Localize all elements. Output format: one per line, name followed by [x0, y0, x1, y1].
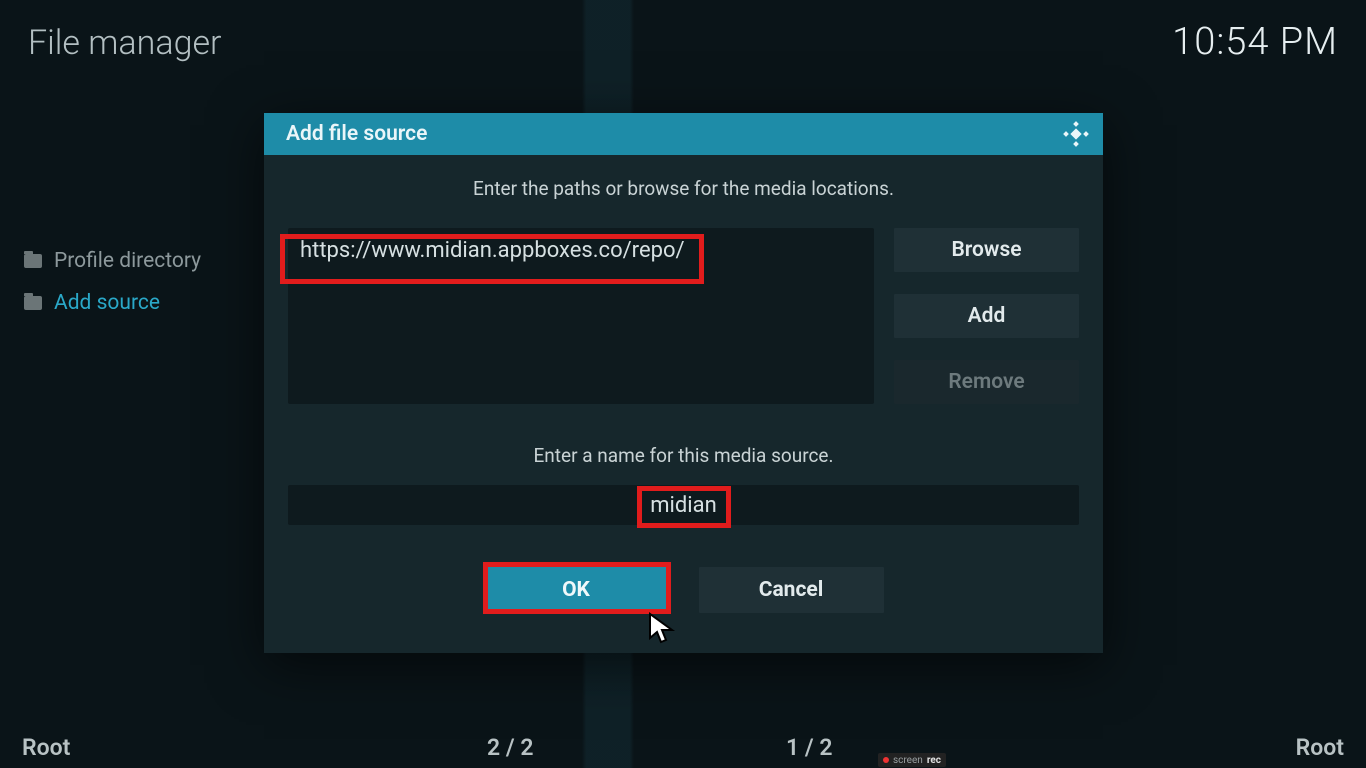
footer-count-left: 2 / 2	[487, 734, 533, 761]
folder-icon	[24, 296, 42, 310]
name-instruction: Enter a name for this media source.	[288, 444, 1079, 467]
record-dot-icon	[883, 757, 889, 763]
footer-count-right: 1 / 2	[786, 734, 832, 761]
source-name-input[interactable]	[288, 485, 1079, 525]
paths-list[interactable]	[288, 228, 874, 404]
watermark-text-suffix: rec	[927, 755, 941, 766]
clock: 10:54 PM	[1172, 20, 1338, 64]
footer-bar: Root 2 / 2 1 / 2 Root	[0, 726, 1366, 768]
kodi-logo-icon	[1063, 121, 1089, 147]
file-source-list: Profile directory Add source	[18, 240, 278, 324]
footer-left-root: Root	[22, 734, 70, 761]
page-title: File manager	[28, 23, 221, 63]
screenrec-watermark: screen rec	[878, 753, 946, 767]
add-file-source-dialog: Add file source Enter the paths or brows…	[264, 113, 1103, 653]
sidebar-item-add-source[interactable]: Add source	[18, 282, 278, 324]
remove-button[interactable]: Remove	[894, 360, 1079, 404]
footer-right-root: Root	[1296, 734, 1344, 761]
header-bar: File manager 10:54 PM	[0, 0, 1366, 64]
sidebar-item-label: Add source	[54, 291, 160, 315]
folder-icon	[24, 254, 42, 268]
dialog-body: Enter the paths or browse for the media …	[264, 155, 1103, 613]
dialog-header: Add file source	[264, 113, 1103, 155]
sidebar-item-profile-directory[interactable]: Profile directory	[18, 240, 278, 282]
sidebar-item-label: Profile directory	[54, 249, 201, 273]
paths-instruction: Enter the paths or browse for the media …	[288, 177, 1079, 200]
add-button[interactable]: Add	[894, 294, 1079, 338]
path-input[interactable]	[288, 228, 874, 272]
ok-button[interactable]: OK	[484, 567, 669, 613]
watermark-text-prefix: screen	[893, 755, 923, 766]
browse-button[interactable]: Browse	[894, 228, 1079, 272]
cancel-button[interactable]: Cancel	[699, 567, 884, 613]
dialog-title: Add file source	[286, 122, 427, 146]
